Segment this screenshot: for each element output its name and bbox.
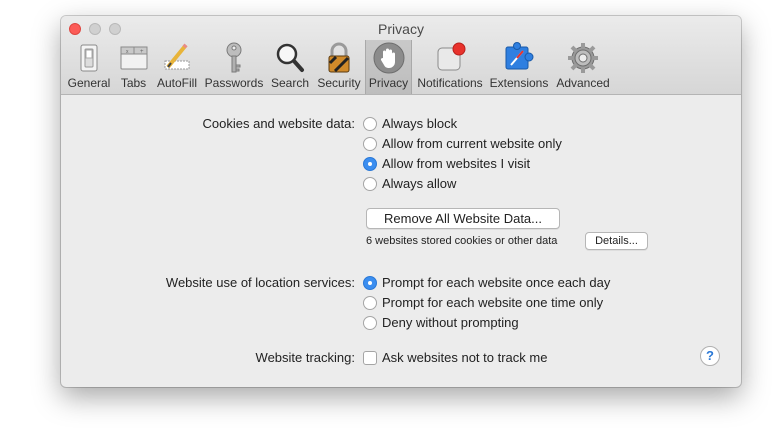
tab-tabs[interactable]: x + Tabs bbox=[115, 40, 152, 94]
details-button[interactable]: Details... bbox=[585, 232, 648, 250]
magnifier-icon bbox=[276, 43, 304, 72]
tab-autofill[interactable]: AutoFill bbox=[154, 40, 200, 94]
autofill-pencil-icon bbox=[164, 43, 190, 70]
tab-extensions[interactable]: Extensions bbox=[488, 40, 550, 94]
svg-text:+: + bbox=[140, 49, 144, 55]
cookies-label: Cookies and website data: bbox=[202, 116, 355, 131]
radio-button-selected[interactable] bbox=[363, 276, 377, 290]
key-icon bbox=[226, 42, 242, 73]
tab-passwords[interactable]: Passwords bbox=[202, 40, 266, 94]
preferences-toolbar: Privacy General x + Tabs AutoFill Passwo… bbox=[61, 16, 741, 95]
radio-button[interactable] bbox=[363, 117, 377, 131]
tabs-icon: x + bbox=[120, 46, 147, 70]
do-not-track-label[interactable]: Ask websites not to track me bbox=[382, 350, 547, 365]
do-not-track-checkbox[interactable] bbox=[363, 351, 377, 365]
radio-button[interactable] bbox=[363, 316, 377, 330]
tab-privacy[interactable]: Privacy bbox=[365, 40, 412, 94]
extensions-puzzle-icon bbox=[505, 42, 534, 70]
radio-button[interactable] bbox=[363, 296, 377, 310]
privacy-pane: Cookies and website data: Always block A… bbox=[61, 95, 741, 387]
radio-button-selected[interactable] bbox=[363, 157, 377, 171]
remove-all-website-data-button[interactable]: Remove All Website Data... bbox=[366, 208, 560, 229]
location-services-label: Website use of location services: bbox=[165, 275, 355, 290]
window-title: Privacy bbox=[378, 21, 424, 37]
notification-badge-icon bbox=[437, 42, 466, 71]
preferences-window: Privacy General x + Tabs AutoFill Passwo… bbox=[61, 16, 741, 387]
tab-security[interactable]: Security bbox=[315, 40, 363, 94]
website-tracking-label: Website tracking: bbox=[255, 350, 355, 365]
stored-cookies-text: 6 websites stored cookies or other data bbox=[366, 235, 558, 247]
gear-icon bbox=[568, 43, 598, 73]
radio-button[interactable] bbox=[363, 177, 377, 191]
tab-search[interactable]: Search bbox=[268, 40, 312, 94]
general-switch-icon bbox=[80, 44, 98, 72]
tab-general[interactable]: General bbox=[64, 40, 114, 94]
tab-advanced[interactable]: Advanced bbox=[553, 40, 613, 94]
hand-icon bbox=[373, 42, 404, 74]
padlock-icon bbox=[328, 42, 350, 73]
radio-button[interactable] bbox=[363, 137, 377, 151]
help-button[interactable]: ? bbox=[700, 346, 720, 366]
tab-notifications[interactable]: Notifications bbox=[415, 40, 485, 94]
